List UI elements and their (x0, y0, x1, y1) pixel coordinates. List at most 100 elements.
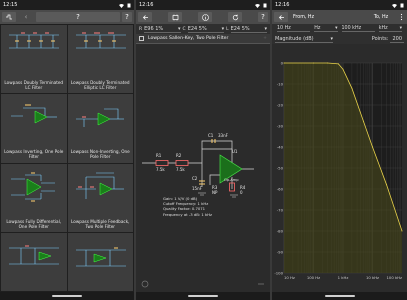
battery-icon (263, 3, 267, 7)
filter-label: Lowpass Non-Inverting, One Pole Filter (70, 149, 130, 160)
status-bar: 12:16 (272, 0, 407, 10)
resistor-series-value: E96 1% (144, 25, 164, 32)
to-label: To, Hz (373, 14, 389, 20)
resistor-symbol: R (139, 26, 143, 32)
add-icon[interactable]: + (263, 36, 267, 41)
points-input[interactable]: 200 (390, 36, 404, 43)
c2-label: C2 (192, 176, 198, 181)
inverting-opamp-schematic (11, 104, 57, 124)
to-unit-select[interactable]: kHz ▾ (378, 26, 402, 32)
menu-button[interactable] (2, 12, 16, 22)
info-icon (201, 13, 209, 21)
component-button[interactable] (168, 12, 182, 22)
resistor-series-select[interactable]: E96 1% ▾ (144, 25, 181, 33)
from-unit-select[interactable]: Hz ▾ (314, 26, 338, 32)
r1-value: 7.5k (156, 167, 165, 172)
c1-value: 33nF (218, 133, 229, 138)
wifi-icon (119, 3, 124, 8)
filter-card[interactable] (67, 233, 133, 291)
dropdown-arrow-icon: ▾ (221, 25, 225, 32)
y-tick-label: -60 (277, 187, 284, 192)
r2-resistor[interactable] (175, 160, 189, 166)
help-button-small[interactable]: ? (122, 12, 132, 22)
filter-card[interactable]: Lowpass Doubly Terminated Elliptic LC Fi… (67, 25, 133, 94)
home-handle[interactable] (188, 295, 218, 297)
status-time: 12:16 (275, 2, 290, 8)
filter-design-screen: 12:16 ? R E96 1% ▾ C E24 5% ▾ L E24 5% ▾ Lo… (136, 0, 270, 300)
home-handle[interactable] (52, 295, 82, 297)
status-time: 12:15 (3, 2, 18, 8)
component-icon (172, 14, 178, 20)
back-arrow-button[interactable] (274, 12, 288, 22)
home-handle[interactable] (324, 295, 355, 297)
data-point (283, 62, 285, 64)
r3-value: NP (212, 190, 218, 195)
inductor-series-select[interactable]: E24 5% ▾ (230, 25, 267, 33)
r4-value: 0 (240, 190, 243, 195)
y-tick-label: -70 (277, 208, 284, 213)
y-tick-label: 0 (281, 61, 284, 66)
refresh-button[interactable] (228, 12, 242, 22)
data-point (313, 62, 314, 64)
overflow-menu-button[interactable] (397, 12, 405, 22)
capacitor-symbol: C (182, 26, 186, 32)
to-label-box: To, Hz (367, 12, 395, 22)
info-button[interactable] (198, 12, 212, 22)
status-icons (255, 3, 267, 8)
help-button[interactable]: ? (258, 12, 268, 22)
quality-text: Quality Factor: 0.7071 (163, 206, 206, 212)
back-arrow-button[interactable] (138, 12, 152, 22)
to-unit: kHz (378, 26, 388, 31)
filter-card[interactable]: Lowpass Doubly Terminated LC Filter (1, 25, 67, 94)
capacitor-series-value: E24 5% (187, 25, 207, 32)
toolbar: ‹ ? ? (0, 10, 134, 24)
data-point (363, 121, 365, 123)
filter-label: Lowpass Doubly Terminated LC Filter (4, 79, 64, 91)
refresh-icon (232, 14, 238, 20)
filter-label: Lowpass Multiple Feedback, Two Pole Filt… (71, 218, 130, 229)
points-field: Points: 200 (372, 36, 404, 43)
filter-card[interactable]: Lowpass Inverting, One Pole Filter (1, 94, 67, 163)
status-icons (392, 3, 404, 8)
dropdown-arrow-icon: ▾ (178, 25, 181, 32)
filter-card[interactable] (1, 233, 67, 291)
filter-card[interactable]: Lowpass Multiple Feedback, Two Pole Filt… (67, 163, 133, 233)
filter-schematic (75, 247, 126, 267)
filter-label: Lowpass Inverting, One Pole Filter (4, 149, 64, 160)
filter-card[interactable]: Lowpass Non-Inverting, One Pole Filter (67, 94, 133, 163)
back-button[interactable]: ‹ (18, 12, 34, 22)
data-point (372, 146, 373, 148)
y-tick-label: -80 (277, 229, 284, 234)
select-checkbox[interactable] (139, 36, 144, 41)
r1-label: R1 (156, 153, 162, 158)
from-field[interactable]: 10 Hz (277, 26, 311, 32)
filter-card[interactable]: Lowpass Fully Differential, One Pole Fil… (1, 163, 67, 233)
r2-value: 7.5k (176, 167, 185, 172)
range-labels: From, Hz (290, 12, 365, 22)
back-arrow-icon (142, 14, 148, 20)
to-field[interactable]: 100 kHz (341, 26, 375, 32)
data-point (337, 63, 339, 65)
dropdown-arrow-icon: ▾ (399, 26, 402, 31)
data-point (342, 68, 344, 70)
nav-bar (0, 292, 134, 300)
r1-resistor[interactable] (155, 160, 169, 166)
filter-info: Gain: 1 V/V (0 dB) Cutoff Frequency: 1 k… (163, 196, 212, 217)
minus-icon[interactable] (257, 280, 265, 288)
lc-ladder-schematic (9, 32, 59, 49)
y-tick-label: -10 (277, 82, 284, 87)
battery-icon (127, 3, 131, 7)
data-point (351, 87, 353, 89)
y-tick-label: -30 (277, 124, 284, 129)
from-value: 10 Hz (277, 26, 291, 31)
x-tick-label: 1 kHz (338, 275, 349, 280)
opamp-label: Op-Amp (224, 178, 239, 182)
c1-label: C1 (208, 133, 214, 138)
x-tick-label: 10 kHz (366, 275, 379, 280)
help-button[interactable]: ? (36, 12, 120, 22)
plot-type-select[interactable]: Magnitude (dB) ▾ (275, 36, 333, 43)
circle-icon[interactable] (141, 280, 149, 288)
back-arrow-icon (278, 14, 284, 20)
capacitor-series-select[interactable]: E24 5% ▾ (187, 25, 225, 33)
inductor-series-value: E24 5% (230, 25, 250, 32)
